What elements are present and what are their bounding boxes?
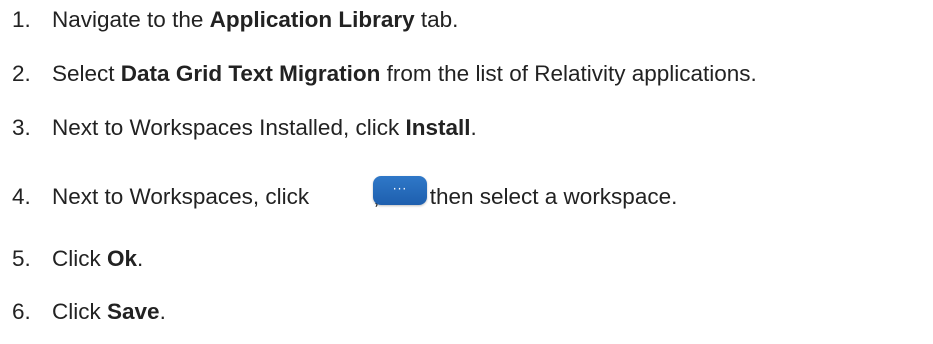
step-number: 4. bbox=[12, 184, 31, 209]
step-6: 6. Click Save. bbox=[12, 298, 166, 326]
application-name: Data Grid Text Migration bbox=[120, 61, 381, 86]
workspace-picker-button[interactable]: ··· bbox=[373, 176, 427, 205]
step-text: Next to Workspaces Installed, click Inst… bbox=[52, 114, 477, 142]
save-button-name: Save bbox=[107, 299, 160, 324]
installation-steps: 1. Navigate to the Application Library t… bbox=[0, 0, 933, 344]
step-text-tail: tab. bbox=[414, 7, 459, 32]
step-text: Select Data Grid Text Migration from the… bbox=[52, 60, 757, 88]
step-text-tail: from the list of Relativity applications… bbox=[380, 61, 757, 86]
step-text: Navigate to the Application Library tab. bbox=[52, 6, 458, 34]
step-text-lead: Navigate to the bbox=[52, 7, 210, 32]
step-4: 4. Next to Workspaces, click , and then … bbox=[12, 183, 677, 211]
step-text-lead: Click bbox=[52, 246, 107, 271]
step-2: 2. Select Data Grid Text Migration from … bbox=[12, 60, 757, 88]
step-number: 3. bbox=[12, 115, 31, 140]
step-number: 2. bbox=[12, 61, 31, 86]
step-1: 1. Navigate to the Application Library t… bbox=[12, 6, 458, 34]
application-library-tab-name: Application Library bbox=[209, 7, 415, 32]
step-text: Next to Workspaces, click , and then sel… bbox=[52, 183, 677, 211]
step-number: 1. bbox=[12, 7, 31, 32]
step-text: Click Save. bbox=[52, 298, 166, 326]
step-text-tail: . bbox=[159, 299, 166, 324]
step-number: 5. bbox=[12, 246, 31, 271]
ok-button-name: Ok bbox=[107, 246, 138, 271]
ellipsis-icon: ··· bbox=[392, 181, 408, 196]
step-number: 6. bbox=[12, 299, 31, 324]
step-text-lead: Select bbox=[52, 61, 121, 86]
step-text-lead: Next to Workspaces, click bbox=[52, 184, 316, 209]
install-button-name: Install bbox=[405, 115, 471, 140]
step-3: 3. Next to Workspaces Installed, click I… bbox=[12, 114, 477, 142]
step-5: 5. Click Ok. bbox=[12, 245, 143, 273]
step-text-tail: . bbox=[470, 115, 477, 140]
step-text-lead: Click bbox=[52, 299, 107, 324]
step-text: Click Ok. bbox=[52, 245, 143, 273]
step-text-lead: Next to Workspaces Installed, click bbox=[52, 115, 406, 140]
step-text-tail: . bbox=[137, 246, 144, 271]
